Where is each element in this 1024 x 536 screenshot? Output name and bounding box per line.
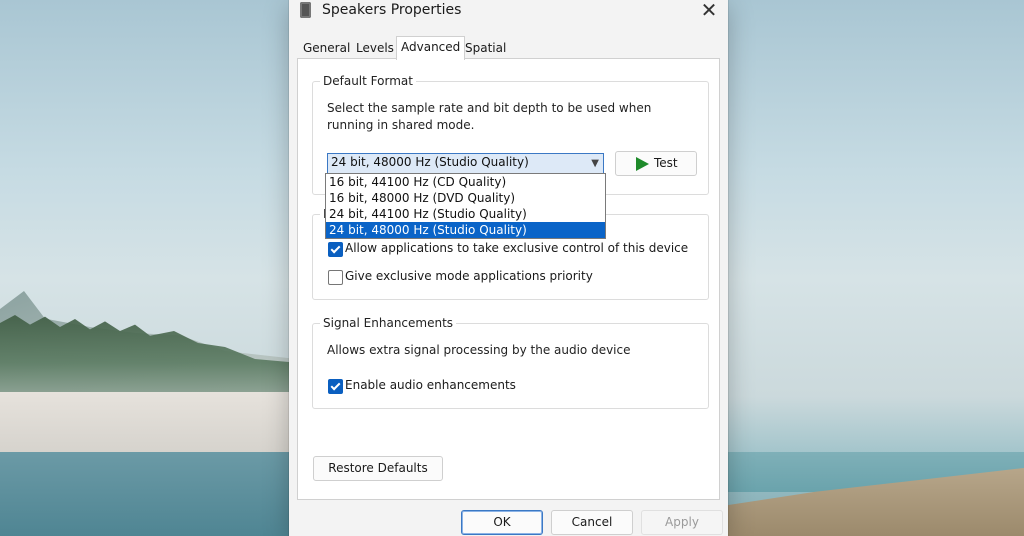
sample-rate-option[interactable]: 24 bit, 44100 Hz (Studio Quality) xyxy=(326,206,605,222)
tab-advanced[interactable]: Advanced xyxy=(396,36,466,60)
exclusive-priority-checkbox[interactable] xyxy=(328,270,343,285)
tab-spatial-sound[interactable]: Spatial sound xyxy=(461,39,510,74)
sample-rate-dropdown-list: 16 bit, 44100 Hz (CD Quality) 16 bit, 48… xyxy=(325,173,606,239)
play-icon xyxy=(636,157,649,171)
signal-enhancements-group: Signal Enhancements Allows extra signal … xyxy=(312,316,709,409)
test-button[interactable]: Test xyxy=(615,151,697,176)
cancel-button[interactable]: Cancel xyxy=(551,510,633,535)
sample-rate-option[interactable]: 16 bit, 44100 Hz (CD Quality) xyxy=(326,174,605,190)
advanced-panel: Default Format Select the sample rate an… xyxy=(297,58,720,500)
tab-levels[interactable]: Levels xyxy=(352,39,398,58)
restore-defaults-button[interactable]: Restore Defaults xyxy=(313,456,443,481)
sample-rate-option-selected[interactable]: 24 bit, 48000 Hz (Studio Quality) xyxy=(326,222,605,238)
chevron-down-icon: ▼ xyxy=(591,158,599,169)
signal-enhancements-description: Allows extra signal processing by the au… xyxy=(327,343,631,357)
enable-enhancements-checkbox[interactable] xyxy=(328,379,343,394)
sample-rate-option[interactable]: 16 bit, 48000 Hz (DVD Quality) xyxy=(326,190,605,206)
exclusive-priority-label[interactable]: Give exclusive mode applications priorit… xyxy=(345,269,593,283)
title-bar[interactable]: Speakers Properties ✕ xyxy=(289,0,728,26)
sample-rate-value: 24 bit, 48000 Hz (Studio Quality) xyxy=(331,155,529,169)
speaker-icon xyxy=(300,2,311,18)
allow-exclusive-checkbox[interactable] xyxy=(328,242,343,257)
test-button-label: Test xyxy=(654,156,678,170)
apply-button[interactable]: Apply xyxy=(641,510,723,535)
window-title: Speakers Properties xyxy=(322,2,462,18)
wallpaper-water xyxy=(0,452,300,536)
tab-general[interactable]: General xyxy=(299,39,354,58)
wallpaper-beach xyxy=(0,392,300,452)
close-button[interactable]: ✕ xyxy=(694,0,724,22)
allow-exclusive-label[interactable]: Allow applications to take exclusive con… xyxy=(345,241,688,255)
enable-enhancements-label[interactable]: Enable audio enhancements xyxy=(345,378,516,392)
sample-rate-select[interactable]: 24 bit, 48000 Hz (Studio Quality) ▼ xyxy=(327,153,604,174)
default-format-description: Select the sample rate and bit depth to … xyxy=(327,101,652,132)
ok-button[interactable]: OK xyxy=(461,510,543,535)
speakers-properties-dialog: Speakers Properties ✕ General Levels Adv… xyxy=(289,0,728,536)
signal-enhancements-legend: Signal Enhancements xyxy=(320,316,457,330)
default-format-legend: Default Format xyxy=(320,74,416,88)
